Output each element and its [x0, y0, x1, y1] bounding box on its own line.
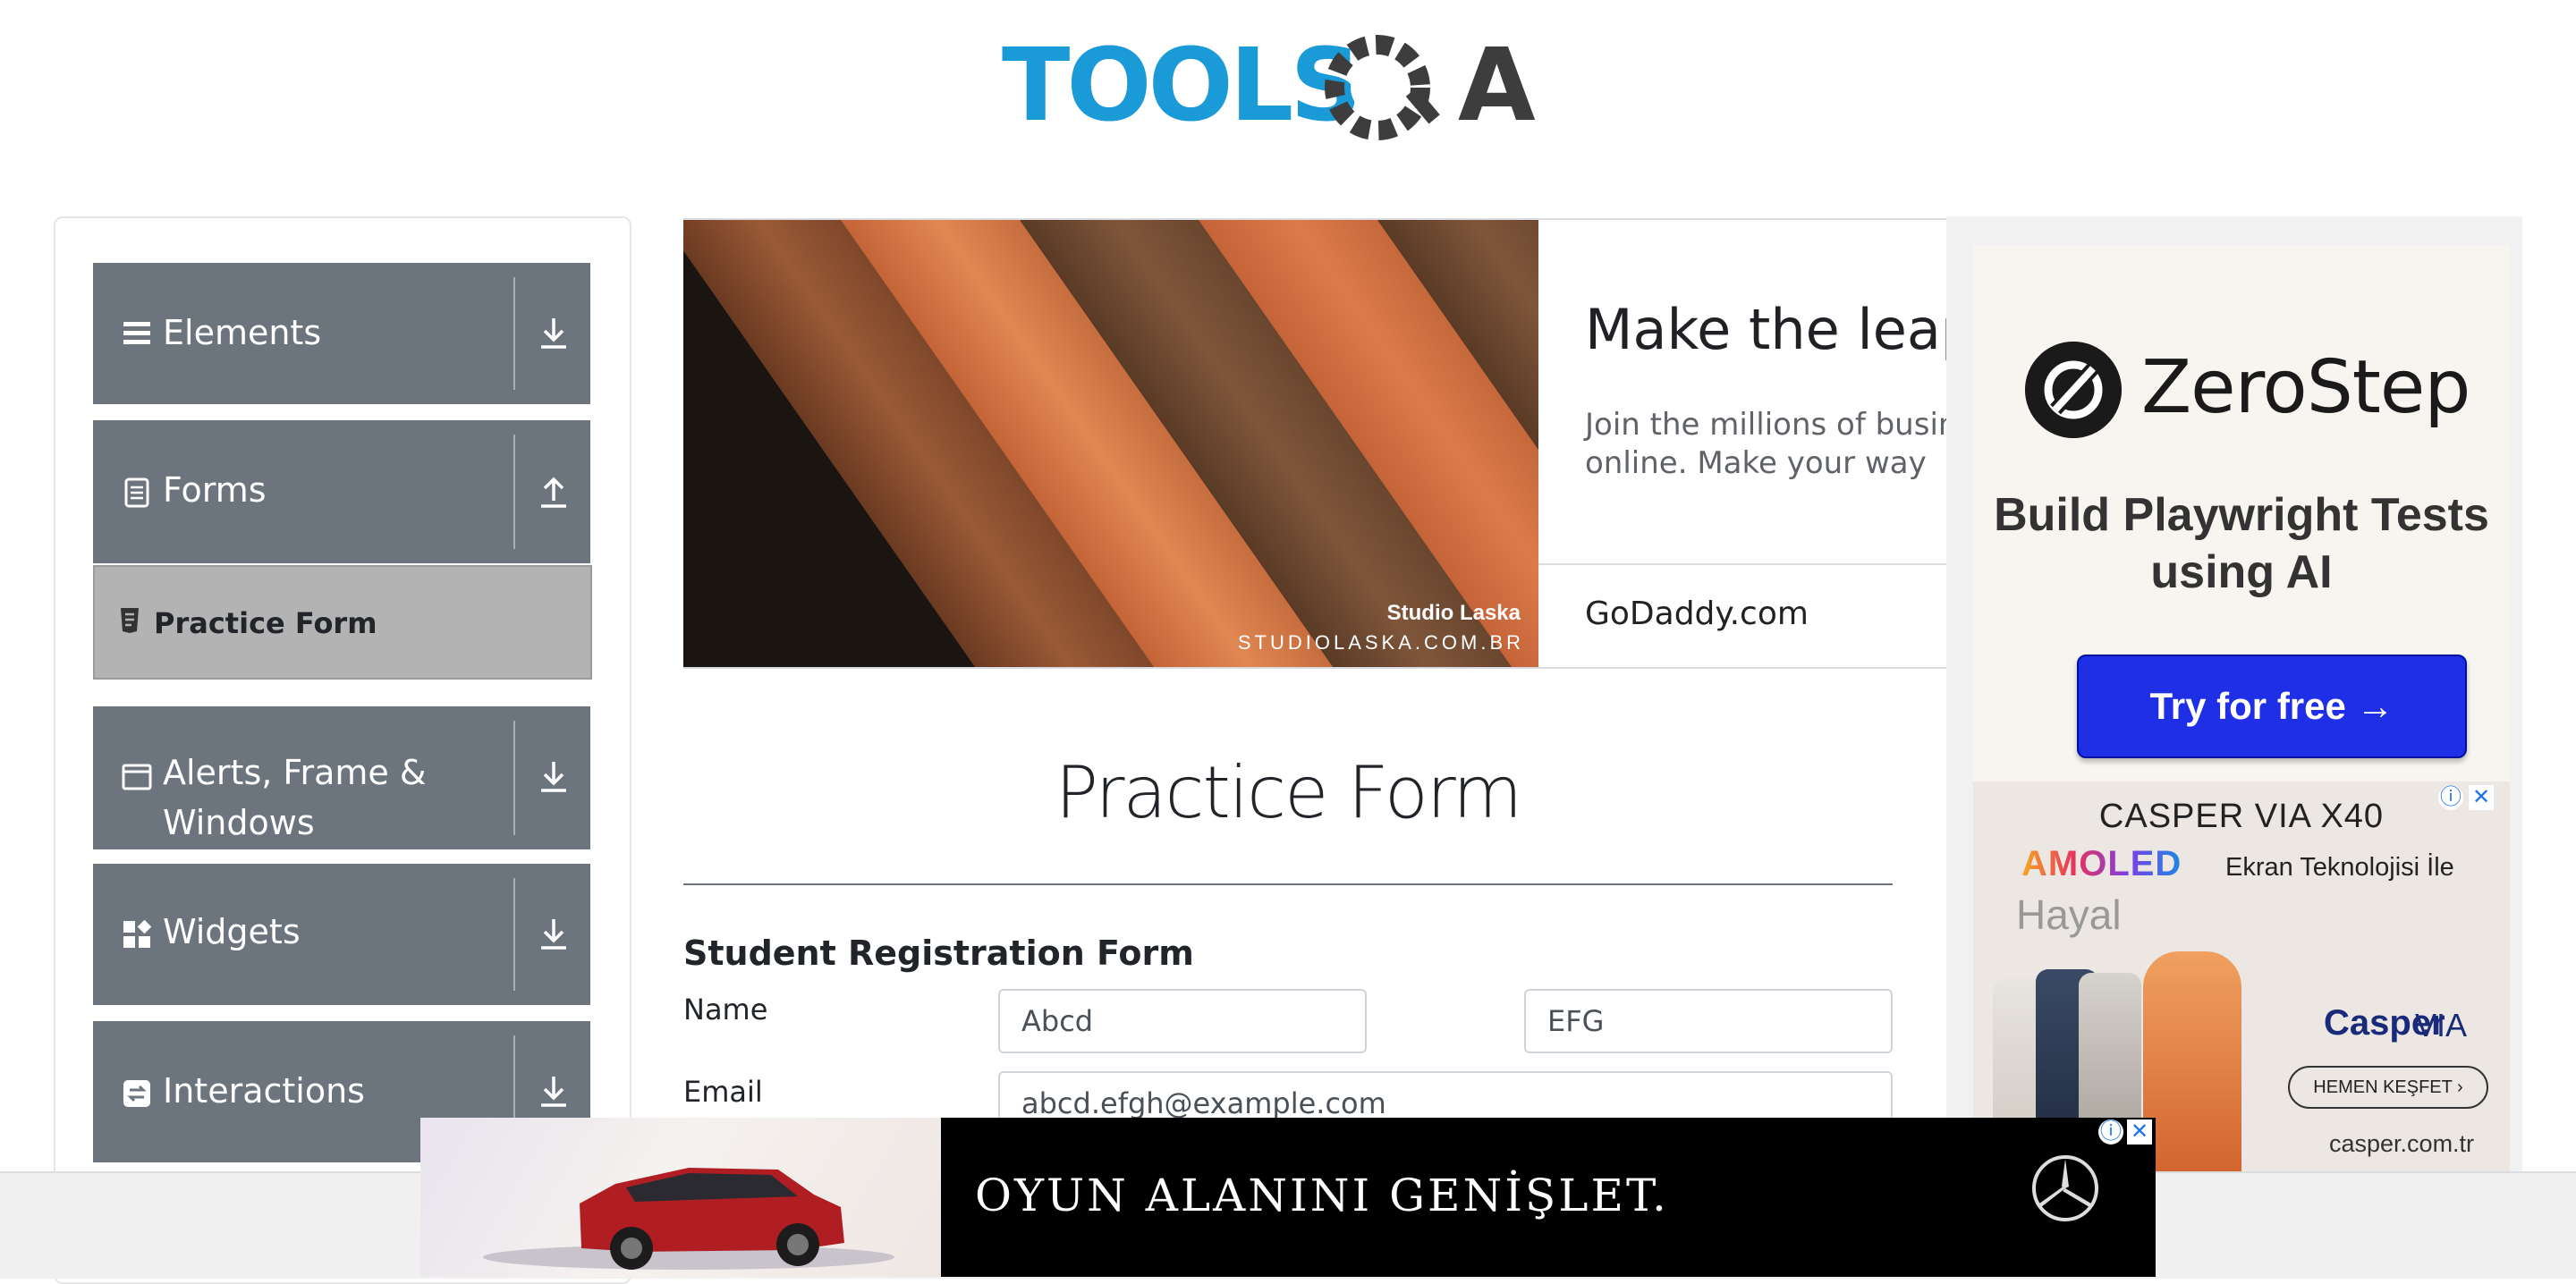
- casper-amoled: AMOLED: [2021, 844, 2182, 883]
- ad-info-icon[interactable]: ⓘ: [2098, 1119, 2123, 1145]
- ad-description: Join the millions of busine be online. M…: [1585, 407, 1953, 481]
- casper-brand-via: VIA: [2415, 1007, 2468, 1043]
- svg-text:TOOLS: TOOLS: [1002, 28, 1359, 144]
- zerostep-logo-icon: [2025, 342, 2122, 438]
- zerostep-headline: Build Playwright Tests using AI: [1994, 489, 2489, 598]
- sidebar-group-label: Interactions: [163, 1071, 365, 1111]
- download-arrow-icon[interactable]: [533, 313, 574, 354]
- hamburger-icon: [123, 322, 150, 344]
- zerostep-ad[interactable]: ZeroStep Build Playwright Tests using AI…: [1973, 245, 2510, 781]
- zerostep-brand: ZeroStep: [2141, 345, 2470, 430]
- divider: [513, 435, 515, 549]
- divider: [513, 878, 515, 991]
- ad-domain[interactable]: GoDaddy.com: [1585, 596, 1809, 632]
- document-icon: [124, 477, 149, 508]
- svg-text:A: A: [1458, 28, 1536, 144]
- ad-headline: OYUN ALANINI GENİŞLET.: [975, 1170, 1669, 1221]
- ad-image: [420, 1118, 941, 1277]
- sidebar-group-widgets[interactable]: Widgets: [93, 864, 590, 1005]
- ad-image-caption: Studio Laska: [1386, 601, 1521, 625]
- last-name-input[interactable]: EFG: [1524, 989, 1893, 1053]
- sidebar-group-label-line2: Windows: [163, 803, 315, 842]
- divider: [513, 277, 515, 390]
- title-divider: [683, 883, 1893, 885]
- sidebar-group-forms[interactable]: Forms: [93, 420, 590, 563]
- sidebar-group-label: Forms: [163, 470, 267, 510]
- casper-subline: Ekran Teknolojisi İle: [2225, 853, 2454, 882]
- first-name-input[interactable]: Abcd: [998, 989, 1367, 1053]
- sidebar-item-label: Practice Form: [154, 606, 377, 640]
- form-icon: [121, 608, 139, 633]
- email-label: Email: [683, 1075, 763, 1109]
- car-image: [483, 1168, 894, 1270]
- godaddy-banner-ad[interactable]: Studio Laska STUDIOLASKA.COM.BR Make the…: [683, 218, 1953, 669]
- hemen-kesfet-button[interactable]: HEMEN KEŞFET ›: [2288, 1066, 2488, 1109]
- mercedes-bottom-ad[interactable]: OYUN ALANINI GENİŞLET. ⓘ ✕: [420, 1118, 2156, 1277]
- form-subtitle: Student Registration Form: [683, 933, 1194, 973]
- try-for-free-button[interactable]: Try for free →: [2077, 655, 2467, 758]
- upload-arrow-icon[interactable]: [533, 470, 574, 511]
- right-ad-column: ZeroStep Build Playwright Tests using AI…: [1946, 216, 2522, 1173]
- casper-ad[interactable]: ⓘ ✕ CASPER VIA X40 AMOLED Ekran Teknoloj…: [1973, 781, 2510, 1173]
- window-icon: [122, 764, 152, 790]
- download-arrow-icon[interactable]: [533, 914, 574, 955]
- download-arrow-icon[interactable]: [533, 1071, 574, 1112]
- sidebar-group-elements[interactable]: Elements: [93, 263, 590, 404]
- ad-image-url: STUDIOLASKA.COM.BR: [1237, 631, 1524, 654]
- page-title: Practice Form: [1055, 751, 1522, 834]
- divider: [1538, 563, 1953, 565]
- interactions-icon: [123, 1080, 150, 1107]
- mercedes-star-icon: [2032, 1155, 2098, 1221]
- widgets-icon: [123, 919, 152, 948]
- ad-close-icon[interactable]: ✕: [2127, 1119, 2152, 1145]
- model-image: [2143, 951, 2241, 1173]
- casper-headline: CASPER VIA X40: [2098, 798, 2385, 835]
- ad-image[interactable]: Studio Laska STUDIOLASKA.COM.BR: [683, 220, 1538, 667]
- download-arrow-icon[interactable]: [533, 756, 574, 798]
- casper-url: casper.com.tr: [2329, 1130, 2475, 1157]
- sidebar-group-label: Alerts, Frame &: [163, 753, 427, 792]
- sidebar-group-alerts-frame-windows[interactable]: Alerts, Frame & Windows: [93, 706, 590, 849]
- sidebar-group-label: Widgets: [163, 912, 301, 951]
- casper-tagline: Hayal: [2016, 891, 2122, 938]
- sidebar-group-label: Elements: [163, 313, 322, 352]
- toolsqa-logo[interactable]: TOOLS A: [1002, 23, 1583, 157]
- name-label: Name: [683, 993, 768, 1026]
- sidebar-item-practice-form[interactable]: Practice Form: [93, 565, 592, 680]
- divider: [513, 721, 515, 835]
- ad-headline[interactable]: Make the leap w: [1585, 297, 1953, 362]
